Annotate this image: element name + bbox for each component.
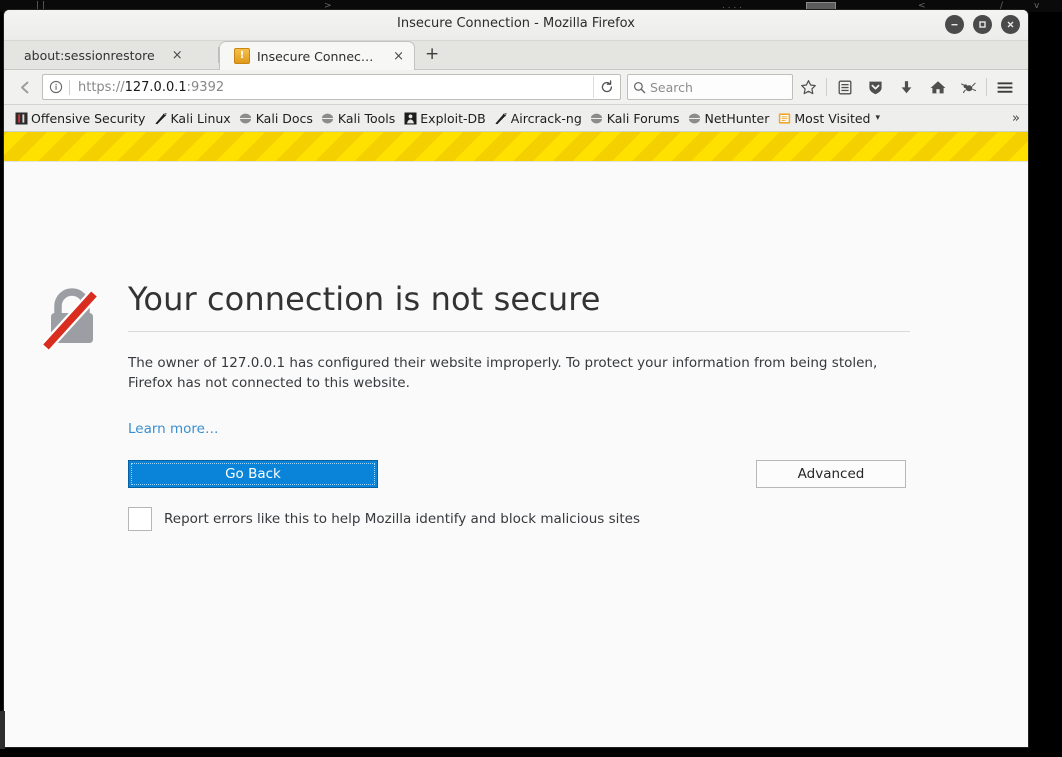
reload-icon[interactable]	[593, 76, 620, 98]
tab-insecure-connection[interactable]: ! Insecure Connection ×	[219, 41, 415, 70]
home-icon[interactable]	[922, 74, 953, 100]
url-scheme: https://	[78, 79, 125, 95]
downloads-icon[interactable]	[891, 74, 922, 100]
url-input[interactable]: https://127.0.0.1:9392	[70, 80, 593, 95]
button-row: Go Back Advanced	[128, 459, 906, 488]
report-errors-checkbox[interactable]	[128, 506, 152, 531]
bookmark-star-icon[interactable]	[793, 74, 824, 100]
globe-icon	[590, 111, 604, 125]
advanced-button[interactable]: Advanced	[756, 459, 906, 488]
go-back-button[interactable]: Go Back	[128, 459, 378, 488]
window-title: Insecure Connection - Mozilla Firefox	[397, 16, 635, 31]
close-icon[interactable]	[1001, 15, 1020, 34]
bookmark-label: Kali Linux	[170, 110, 231, 126]
error-description: The owner of 127.0.0.1 has configured th…	[128, 355, 878, 391]
globe-icon	[687, 111, 701, 125]
report-errors-row: Report errors like this to help Mozilla …	[128, 506, 922, 531]
bookmark-label: Kali Forums	[606, 110, 680, 126]
minimize-icon[interactable]	[945, 15, 964, 34]
exploitdb-icon	[403, 111, 417, 125]
bookmark-kali-forums[interactable]: Kali Forums	[586, 110, 684, 127]
warning-icon: !	[234, 48, 250, 64]
url-port: :9392	[186, 79, 225, 95]
tab-close-icon[interactable]: ×	[172, 48, 183, 63]
insecure-stripe-banner	[4, 132, 1028, 162]
bookmark-nethunter[interactable]: NetHunter	[683, 110, 773, 127]
navigation-toolbar: https://127.0.0.1:9392 Search	[4, 70, 1028, 105]
screen: | | > . . . . < / v Insecure Connection …	[0, 0, 1062, 757]
window-controls	[945, 15, 1020, 34]
cert-error-body: Your connection is not secure The owner …	[128, 280, 922, 531]
globe-icon	[239, 111, 253, 125]
bookmark-label: Most Visited	[794, 110, 871, 126]
globe-icon	[321, 111, 335, 125]
search-icon	[628, 81, 650, 94]
broken-lock-icon	[40, 286, 102, 353]
firefox-window: Insecure Connection - Mozilla Firefox ab…	[4, 10, 1028, 747]
search-bar[interactable]: Search	[627, 74, 793, 100]
bookmark-label: Aircrack-ng	[510, 110, 582, 126]
toolbar-separator	[986, 78, 987, 96]
chevron-down-icon[interactable]: ▾	[875, 113, 880, 123]
toolbar-separator	[826, 78, 827, 96]
tab-close-icon[interactable]: ×	[393, 49, 404, 64]
page-title: Your connection is not secure	[128, 280, 601, 318]
pocket-shield-icon[interactable]	[860, 74, 891, 100]
advanced-label: Advanced	[797, 465, 865, 482]
bookmark-exploit-db[interactable]: Exploit-DB	[399, 110, 489, 127]
go-back-label: Go Back	[225, 465, 281, 482]
url-host: 127.0.0.1	[124, 79, 187, 95]
bookmark-label: Kali Docs	[255, 110, 313, 126]
panel-glyph-r3: v	[1034, 1, 1040, 11]
maximize-icon[interactable]	[973, 15, 992, 34]
learn-more-link[interactable]: Learn more…	[128, 421, 219, 437]
folder-icon	[777, 111, 791, 125]
aircrack-icon	[494, 111, 508, 125]
url-bar[interactable]: https://127.0.0.1:9392	[42, 74, 621, 100]
bookmark-label: Kali Tools	[337, 110, 396, 126]
hamburger-menu-icon[interactable]	[989, 74, 1020, 100]
window-titlebar: Insecure Connection - Mozilla Firefox	[4, 10, 1028, 41]
bookmark-kali-docs[interactable]: Kali Docs	[235, 110, 317, 127]
bookmark-label: Exploit-DB	[420, 110, 486, 126]
library-icon[interactable]	[829, 74, 860, 100]
bookmark-aircrack-ng[interactable]: Aircrack-ng	[490, 110, 586, 127]
bookmark-offensive-security[interactable]: Offensive Security	[10, 110, 149, 127]
bookmark-kali-linux[interactable]: Kali Linux	[149, 110, 234, 127]
tab-about-sessionrestore[interactable]: about:sessionrestore ×	[10, 41, 218, 69]
bookmark-label: NetHunter	[704, 110, 770, 126]
search-input[interactable]: Search	[650, 80, 792, 95]
info-circle-icon[interactable]	[43, 80, 69, 94]
new-tab-button[interactable]: +	[415, 45, 449, 65]
tab-strip: about:sessionrestore × ! Insecure Connec…	[4, 41, 1028, 70]
tab-label: about:sessionrestore	[24, 47, 155, 63]
offsec-icon	[14, 111, 28, 125]
page-content: Your connection is not secure The owner …	[4, 162, 1028, 747]
cert-error-page: Your connection is not secure The owner …	[4, 162, 1028, 531]
back-arrow-icon[interactable]	[12, 74, 38, 100]
title-divider	[128, 331, 910, 332]
bookmarks-toolbar: Offensive Security Kali Linux Kali Docs …	[4, 105, 1028, 132]
report-errors-label: Report errors like this to help Mozilla …	[164, 510, 641, 527]
bookmark-kali-tools[interactable]: Kali Tools	[317, 110, 399, 127]
bookmark-most-visited[interactable]: Most Visited ▾	[773, 110, 884, 127]
bug-icon[interactable]	[953, 74, 984, 100]
kali-dragon-icon	[153, 111, 167, 125]
bookmark-label: Offensive Security	[31, 110, 146, 126]
bookmarks-overflow-button[interactable]: »	[1012, 111, 1020, 126]
window-bottom-edge	[0, 711, 5, 749]
tab-label: Insecure Connection	[257, 48, 377, 64]
